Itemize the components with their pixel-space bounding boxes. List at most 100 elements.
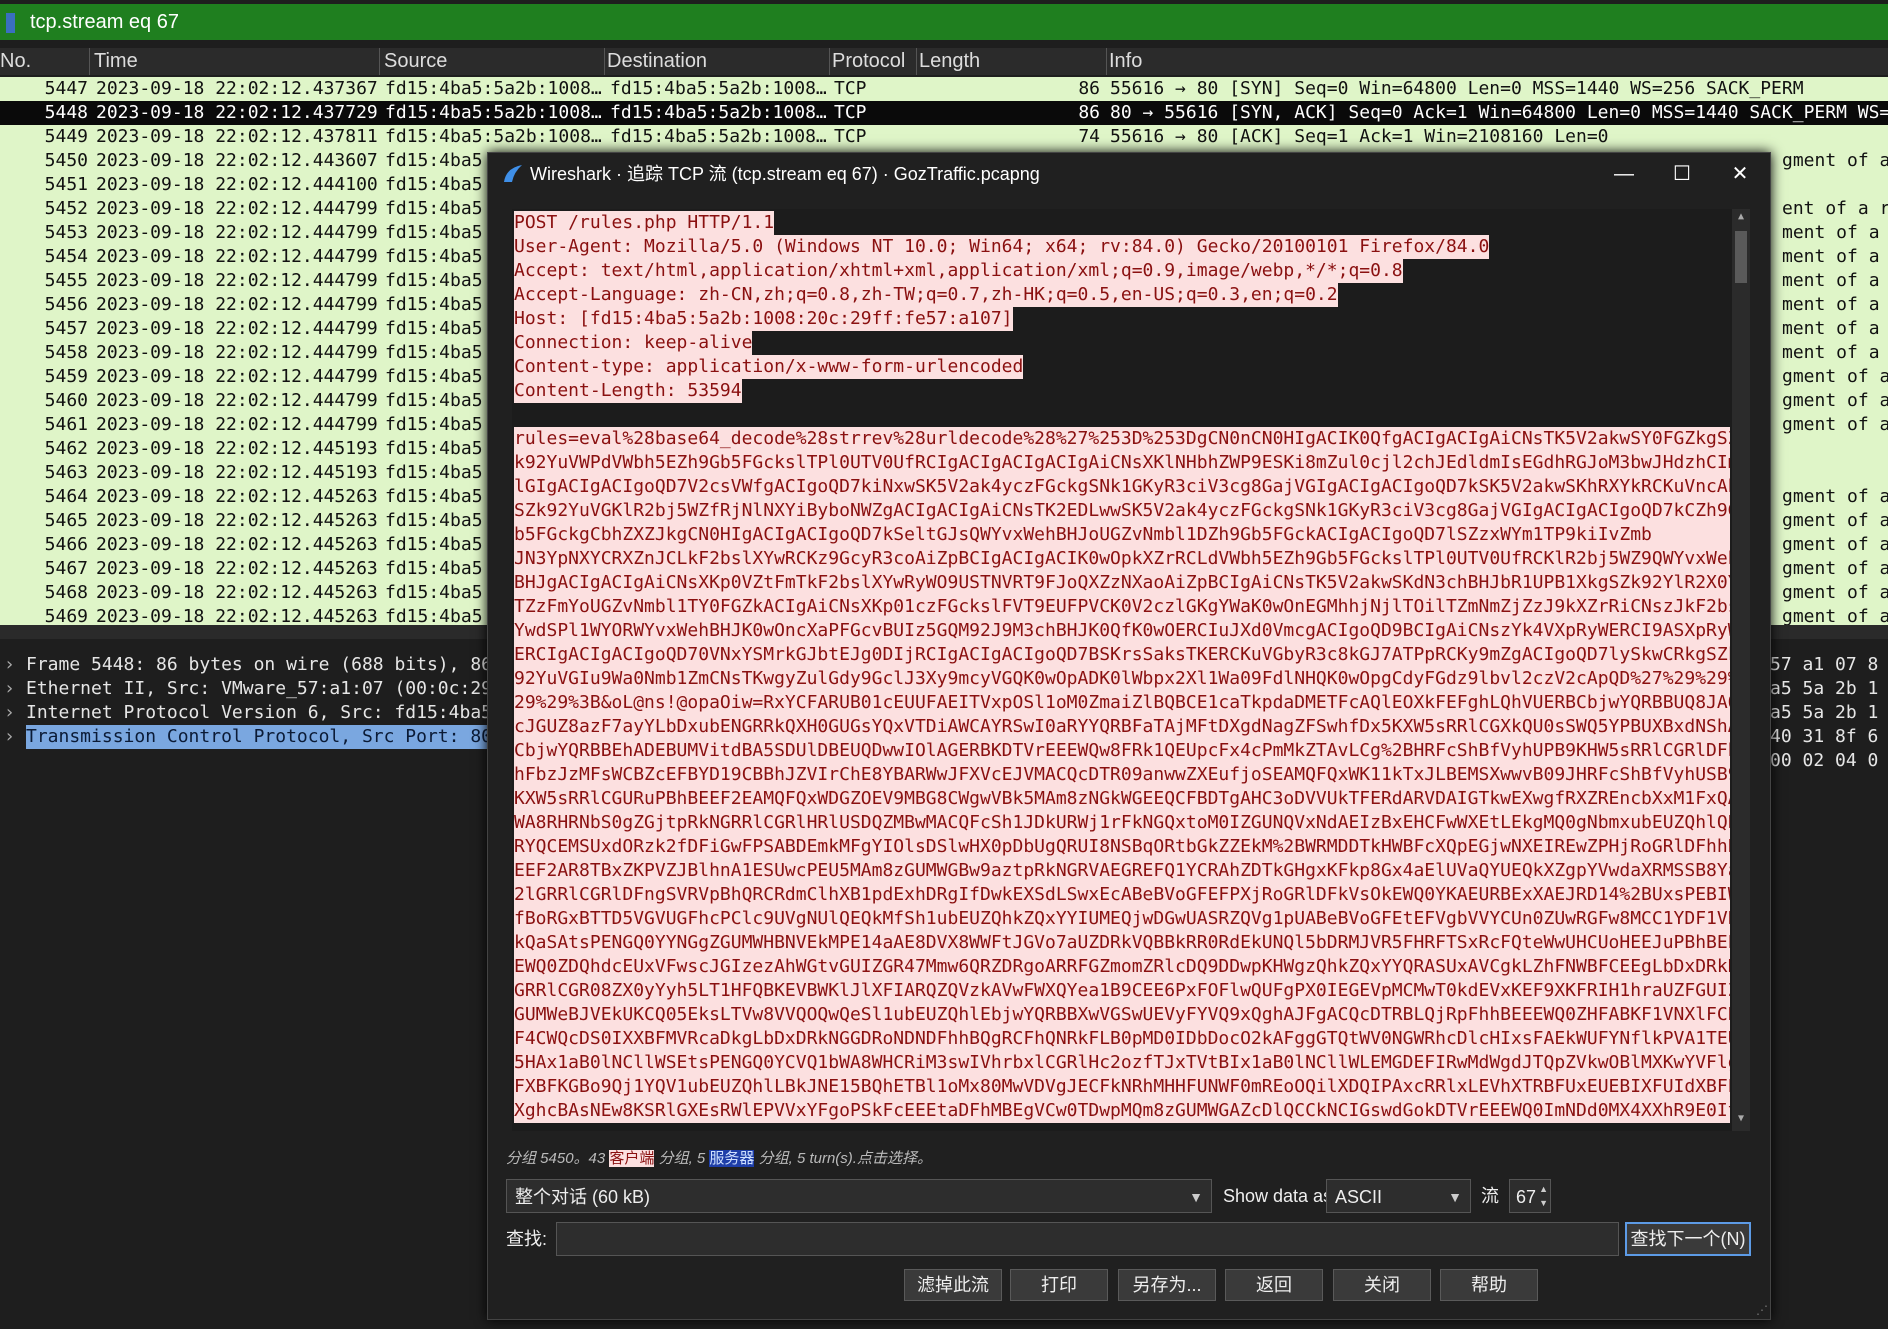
chevron-down-icon: ▼ <box>1189 1189 1203 1205</box>
packet-no: 5456 <box>44 294 88 315</box>
maximize-button[interactable]: ☐ <box>1652 153 1712 195</box>
stream-content[interactable]: POST /rules.php HTTP/1.1 User-Agent: Mozi… <box>512 209 1732 1131</box>
packet-time: 2023-09-18 22:02:12.444799 <box>96 294 378 315</box>
hex-line: a5 5a 2b 1 <box>1770 678 1879 699</box>
column-source[interactable]: Source <box>380 48 605 75</box>
vertical-scrollbar[interactable]: ▲ ▼ <box>1732 209 1750 1131</box>
save-as-button[interactable]: 另存为... <box>1118 1269 1216 1301</box>
minimize-button[interactable]: — <box>1594 153 1654 195</box>
hex-line: 00 02 04 0 <box>1770 750 1879 771</box>
find-input[interactable] <box>556 1222 1619 1256</box>
packet-time: 2023-09-18 22:02:12.444799 <box>96 318 378 339</box>
display-filter-bar[interactable]: tcp.stream eq 67 <box>0 4 1888 40</box>
packet-no: 5458 <box>44 342 88 363</box>
packet-row[interactable]: 5449 2023-09-18 22:02:12.437811 fd15:4ba5:… <box>0 125 1888 149</box>
packet-info: gment of a r <box>1782 534 1888 555</box>
packet-protocol: TCP <box>834 78 867 99</box>
packet-time: 2023-09-18 22:02:12.445263 <box>96 534 378 555</box>
expand-arrow-icon[interactable]: › <box>4 677 15 701</box>
packet-time: 2023-09-18 22:02:12.437811 <box>96 126 378 147</box>
column-length[interactable]: Length <box>917 48 1107 75</box>
stream-number-spinbox[interactable]: 67 ▲ ▼ <box>1509 1179 1551 1213</box>
packet-row[interactable]: 5448 2023-09-18 22:02:12.437729 fd15:4ba5:… <box>0 101 1888 125</box>
back-button[interactable]: 返回 <box>1225 1269 1323 1301</box>
client-body-line: 5HAx1aB0lNCllWSEtsPENGQ0YCVQ1bWA8WHCRiM3… <box>514 1051 1730 1075</box>
status-text: 分组, 5 <box>654 1150 710 1167</box>
print-button[interactable]: 打印 <box>1010 1269 1108 1301</box>
client-body-line: RYQCEMSUxdORzk2fDFiGwFPSABDEmkMFgYIOlsDS… <box>514 835 1730 859</box>
packet-no: 5453 <box>44 222 88 243</box>
client-body-line: CbjwYQRBBEhADEBUMVitdBA5SDUlDBEUQDwwIOlA… <box>514 739 1730 763</box>
packet-time: 2023-09-18 22:02:12.445263 <box>96 510 378 531</box>
packet-no: 5448 <box>44 102 88 123</box>
client-body-line: 29%29%3B&oL@ns!@opaOiw=RxYCFARUB01cEUUFA… <box>514 691 1730 715</box>
client-body-line: EEF2AR8TBxZKPVZJBlhnA1ESUwcPEU5MAm8zGUMW… <box>514 859 1730 883</box>
packet-no: 5467 <box>44 558 88 579</box>
packet-time: 2023-09-18 22:02:12.444799 <box>96 414 378 435</box>
packet-source: fd15:4ba5:5a2b:1008… <box>385 78 602 99</box>
packet-source: fd15:4ba5 <box>385 294 483 315</box>
column-info[interactable]: Info <box>1107 48 1888 75</box>
packet-info: ment of a re <box>1782 318 1880 339</box>
resize-grip-icon[interactable]: ⋰ <box>1756 1303 1768 1317</box>
scroll-down-icon[interactable]: ▼ <box>1732 1113 1750 1129</box>
packet-source: fd15:4ba5 <box>385 318 483 339</box>
client-body-line: ERCIgACIgACIgoQD70VNxYSMrkGJbtEJg0DIjRCI… <box>514 643 1730 667</box>
column-no[interactable]: No. <box>0 48 90 75</box>
client-body-line: F4CWQcDS0IXXBFMVRcaDkgLbDxDRkNGGDRoNDNDF… <box>514 1027 1730 1051</box>
packet-info: gment of a r <box>1782 390 1888 411</box>
client-body-line: fBoRGxBTTD5VGVUGFhcPClc9UVgNUlQEQkMfSh1u… <box>514 907 1730 931</box>
status-text: 分组, 5 turn(s).点击选择。 <box>754 1150 932 1167</box>
find-next-button[interactable]: 查找下一个(N) <box>1625 1222 1751 1256</box>
packet-no: 5454 <box>44 246 88 267</box>
packet-protocol: TCP <box>834 102 867 123</box>
show-data-select[interactable]: ASCII ▼ <box>1326 1179 1471 1213</box>
scroll-up-icon[interactable]: ▲ <box>1732 211 1750 227</box>
help-button[interactable]: 帮助 <box>1440 1269 1538 1301</box>
close-window-button[interactable]: ✕ <box>1710 153 1770 195</box>
expand-arrow-icon[interactable]: › <box>4 653 15 677</box>
packet-row[interactable]: 5447 2023-09-18 22:02:12.437367 fd15:4ba5:… <box>0 77 1888 101</box>
client-body-line: YwdSPl1WYORWYvxWehBHJK0wOncXaPFGcvBUIz5G… <box>514 619 1730 643</box>
expand-arrow-icon[interactable]: › <box>4 725 15 749</box>
packet-source: fd15:4ba5 <box>385 366 483 387</box>
client-header-line: Content-Length: 53594 <box>514 379 742 403</box>
client-body-line: 2lGRRlCGRlDFngSVRVpBhQRCRdmClhXB1pdExhDR… <box>514 883 1730 907</box>
packet-source: fd15:4ba5 <box>385 438 483 459</box>
filter-out-stream-button[interactable]: 滤掉此流 <box>904 1269 1002 1301</box>
packet-time: 2023-09-18 22:02:12.445263 <box>96 486 378 507</box>
display-filter-input[interactable]: tcp.stream eq 67 <box>30 4 179 40</box>
scrollbar-thumb[interactable] <box>1735 231 1747 283</box>
detail-text: Frame 5448: 86 bytes on wire (688 bits),… <box>26 654 492 675</box>
client-badge: 客户端 <box>609 1150 655 1167</box>
packet-source: fd15:4ba5 <box>385 150 483 171</box>
column-protocol[interactable]: Protocol <box>830 48 917 75</box>
column-time[interactable]: Time <box>90 48 380 75</box>
packet-time: 2023-09-18 22:02:12.444100 <box>96 174 378 195</box>
packet-time: 2023-09-18 22:02:12.443607 <box>96 150 378 171</box>
chevron-down-icon: ▼ <box>1448 1189 1462 1205</box>
client-body-line: KXW5sRRlCGURuPBhBEEF2EAMQFQxWDGZOEV9MBG8… <box>514 787 1730 811</box>
client-body-line: EWQ0ZDQhdcEUxVFwscJGIzezAhWGtvGUIZGR47Mm… <box>514 955 1730 979</box>
expand-arrow-icon[interactable]: › <box>4 701 15 725</box>
packet-no: 5466 <box>44 534 88 555</box>
packet-source: fd15:4ba5 <box>385 558 483 579</box>
stream-number: 67 <box>1516 1187 1537 1207</box>
packet-info: gment of a r <box>1782 150 1888 171</box>
conversation-select[interactable]: 整个对话 (60 kB) ▼ <box>506 1179 1212 1213</box>
column-destination[interactable]: Destination <box>605 48 830 75</box>
packet-no: 5452 <box>44 198 88 219</box>
bookmark-icon[interactable] <box>6 13 15 33</box>
packet-destination: fd15:4ba5:5a2b:1008… <box>610 126 827 147</box>
client-body-line: JN3YpNXYCRXZnJCLkF2bslXYwRCKz9GcyR3coAiZ… <box>514 547 1730 571</box>
close-button[interactable]: 关闭 <box>1333 1269 1431 1301</box>
packet-no: 5462 <box>44 438 88 459</box>
packet-time: 2023-09-18 22:02:12.445263 <box>96 558 378 579</box>
spin-arrows-icon[interactable]: ▲ ▼ <box>1539 1182 1548 1210</box>
client-body-line: GUMWeBJVEkUKCQ05EksLTVw8VVQOQwQeSl1ubEUZ… <box>514 1003 1730 1027</box>
packet-info: ment of a re <box>1782 294 1880 315</box>
packet-source: fd15:4ba5 <box>385 414 483 435</box>
packet-source: fd15:4ba5 <box>385 510 483 531</box>
dialog-titlebar[interactable]: Wireshark · 追踪 TCP 流 (tcp.stream eq 67) … <box>488 153 1770 195</box>
client-header-line: Host: [fd15:4ba5:5a2b:1008:20c:29ff:fe57… <box>514 307 1013 331</box>
